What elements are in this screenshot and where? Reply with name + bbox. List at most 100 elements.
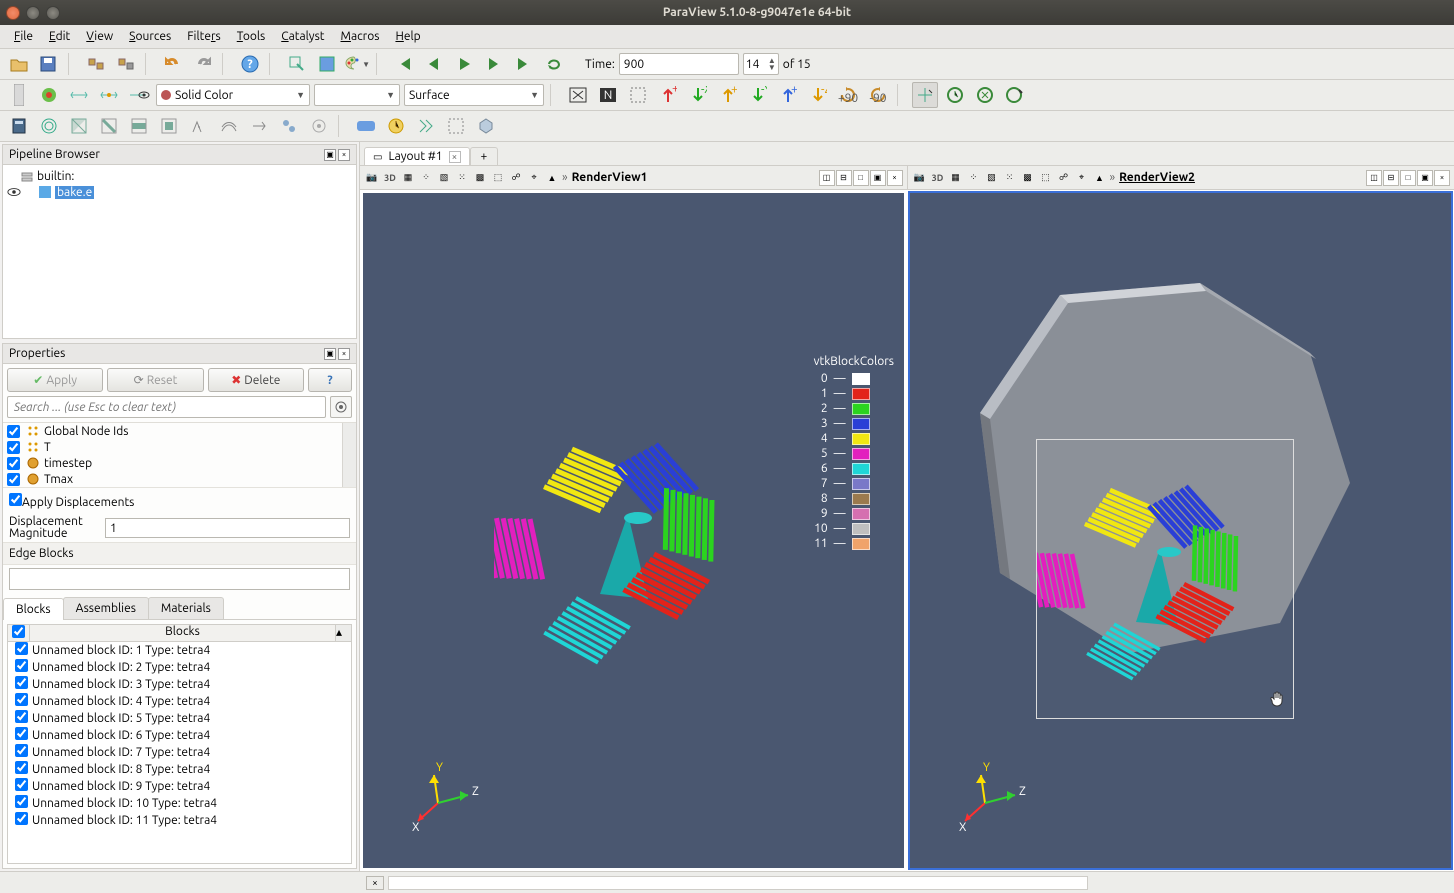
component-combo[interactable]: ▼ xyxy=(314,84,400,106)
table-row[interactable]: Unnamed block ID: 1 Type: tetra4 xyxy=(8,642,351,659)
table-row[interactable]: Unnamed block ID: 6 Type: tetra4 xyxy=(8,727,351,744)
window-close-button[interactable] xyxy=(6,6,20,20)
animation-view-icon[interactable] xyxy=(413,113,439,139)
close-view-icon[interactable]: × xyxy=(1434,170,1450,186)
last-frame-icon[interactable] xyxy=(511,51,537,77)
camera-icon[interactable]: 📷 xyxy=(912,170,928,186)
layout-tab-1[interactable]: ▭Layout #1× xyxy=(364,147,470,165)
restore-view-icon[interactable]: ▣ xyxy=(870,170,886,186)
table-row[interactable]: Unnamed block ID: 7 Type: tetra4 xyxy=(8,744,351,761)
rescale-custom-icon[interactable] xyxy=(96,82,122,108)
extract-level-icon[interactable] xyxy=(306,113,332,139)
adjust-camera-icon[interactable]: ▲ xyxy=(544,170,560,186)
pick-center-icon[interactable] xyxy=(912,82,938,108)
vr-icon[interactable] xyxy=(353,113,379,139)
tab-assemblies[interactable]: Assemblies xyxy=(63,597,149,619)
table-row[interactable]: Unnamed block ID: 4 Type: tetra4 xyxy=(8,693,351,710)
rescale-visible-icon[interactable] xyxy=(126,82,152,108)
maximize-view-icon[interactable]: □ xyxy=(1400,170,1416,186)
set-view-plus-z-icon[interactable]: +Z xyxy=(775,82,801,108)
displacement-magnitude-input[interactable] xyxy=(105,518,350,538)
delete-button[interactable]: ✖Delete xyxy=(208,368,304,392)
clip-icon[interactable] xyxy=(66,113,92,139)
blocks-table[interactable]: Blocks▴ Unnamed block ID: 1 Type: tetra4… xyxy=(7,624,352,864)
select-block-icon[interactable]: ▩ xyxy=(472,170,488,186)
open-file-icon[interactable] xyxy=(6,51,32,77)
next-frame-icon[interactable] xyxy=(481,51,507,77)
mode-3d-label[interactable]: 3D xyxy=(382,170,398,186)
adjust-camera-icon[interactable]: ▲ xyxy=(1092,170,1108,186)
select-points-poly-icon[interactable]: ⁙ xyxy=(1002,170,1018,186)
extract-selection-icon[interactable] xyxy=(314,51,340,77)
view-name-1[interactable]: RenderView1 xyxy=(572,171,648,184)
panel-close-icon[interactable]: × xyxy=(338,149,350,161)
render-view-2[interactable]: X Y Z xyxy=(910,193,1451,868)
split-horizontal-icon[interactable]: ◫ xyxy=(819,170,835,186)
set-view-minus-z-icon[interactable]: -Z xyxy=(805,82,831,108)
threshold-icon[interactable] xyxy=(126,113,152,139)
menu-view[interactable]: View xyxy=(78,27,121,46)
properties-help-button[interactable]: ? xyxy=(308,368,352,392)
zoom-to-box-icon[interactable] xyxy=(625,82,651,108)
rotate-cw-icon[interactable]: +90 xyxy=(835,82,861,108)
select-points-icon[interactable]: ⁘ xyxy=(418,170,434,186)
hover-cells-icon[interactable]: ☍ xyxy=(508,170,524,186)
restore-view-icon[interactable]: ▣ xyxy=(1417,170,1433,186)
disconnect-icon[interactable] xyxy=(113,51,139,77)
select-cells-poly-icon[interactable]: ▧ xyxy=(436,170,452,186)
mode-3d-label[interactable]: 3D xyxy=(930,170,946,186)
menu-help[interactable]: Help xyxy=(387,27,428,46)
window-maximize-button[interactable] xyxy=(46,6,60,20)
pipeline-tree[interactable]: builtin: bake.e xyxy=(3,165,356,338)
set-view-minus-x-icon[interactable]: -X xyxy=(685,82,711,108)
panel-close-icon[interactable]: × xyxy=(338,348,350,360)
group-icon[interactable] xyxy=(276,113,302,139)
edit-color-icon[interactable] xyxy=(6,82,32,108)
zoom-to-data-icon[interactable]: N xyxy=(595,82,621,108)
play-icon[interactable] xyxy=(451,51,477,77)
select-points-poly-icon[interactable]: ⁙ xyxy=(454,170,470,186)
pipeline-item-bake[interactable]: bake.e xyxy=(55,186,94,199)
reset-camera-icon[interactable] xyxy=(565,82,591,108)
interactive-select-icon[interactable]: ⬚ xyxy=(1038,170,1054,186)
close-view-icon[interactable]: × xyxy=(887,170,903,186)
table-row[interactable]: Unnamed block ID: 11 Type: tetra4 xyxy=(8,812,351,829)
reset-center-icon[interactable] xyxy=(942,82,968,108)
panel-float-icon[interactable]: ▣ xyxy=(324,149,336,161)
split-vertical-icon[interactable]: ⊟ xyxy=(1383,170,1399,186)
time-inspector-icon[interactable] xyxy=(383,113,409,139)
status-close-icon[interactable]: × xyxy=(366,876,384,890)
select-points-icon[interactable]: ⁘ xyxy=(966,170,982,186)
link-camera-icon[interactable] xyxy=(972,82,998,108)
menu-sources[interactable]: Sources xyxy=(121,27,179,46)
find-data-icon[interactable] xyxy=(284,51,310,77)
menu-macros[interactable]: Macros xyxy=(333,27,388,46)
set-view-minus-y-icon[interactable]: -Y xyxy=(745,82,771,108)
table-row[interactable]: Unnamed block ID: 3 Type: tetra4 xyxy=(8,676,351,693)
glyph-icon[interactable] xyxy=(186,113,212,139)
warp-vector-icon[interactable] xyxy=(246,113,272,139)
color-palette-icon[interactable]: ▼ xyxy=(344,51,370,77)
undo-icon[interactable] xyxy=(160,51,186,77)
split-vertical-icon[interactable]: ⊟ xyxy=(836,170,852,186)
calculator-icon[interactable] xyxy=(6,113,32,139)
help-icon[interactable]: ? xyxy=(237,51,263,77)
select-cells-icon[interactable]: ▦ xyxy=(948,170,964,186)
interactive-select-icon[interactable]: ⬚ xyxy=(490,170,506,186)
selection-inspector-icon[interactable] xyxy=(443,113,469,139)
hover-points-icon[interactable]: ⌖ xyxy=(526,170,542,186)
tab-blocks[interactable]: Blocks xyxy=(3,598,64,620)
view-name-2[interactable]: RenderView2 xyxy=(1119,171,1195,184)
table-row[interactable]: Unnamed block ID: 10 Type: tetra4 xyxy=(8,795,351,812)
hover-points-icon[interactable]: ⌖ xyxy=(1074,170,1090,186)
close-tab-icon[interactable]: × xyxy=(449,151,461,163)
menu-edit[interactable]: Edit xyxy=(41,27,78,46)
panel-float-icon[interactable]: ▣ xyxy=(324,348,336,360)
connect-icon[interactable] xyxy=(83,51,109,77)
properties-search-input[interactable] xyxy=(7,396,326,418)
set-view-plus-x-icon[interactable]: +X xyxy=(655,82,681,108)
menu-filters[interactable]: Filters xyxy=(179,27,228,46)
maximize-view-icon[interactable]: □ xyxy=(853,170,869,186)
blocks-select-all[interactable] xyxy=(12,625,25,638)
window-minimize-button[interactable] xyxy=(26,6,40,20)
